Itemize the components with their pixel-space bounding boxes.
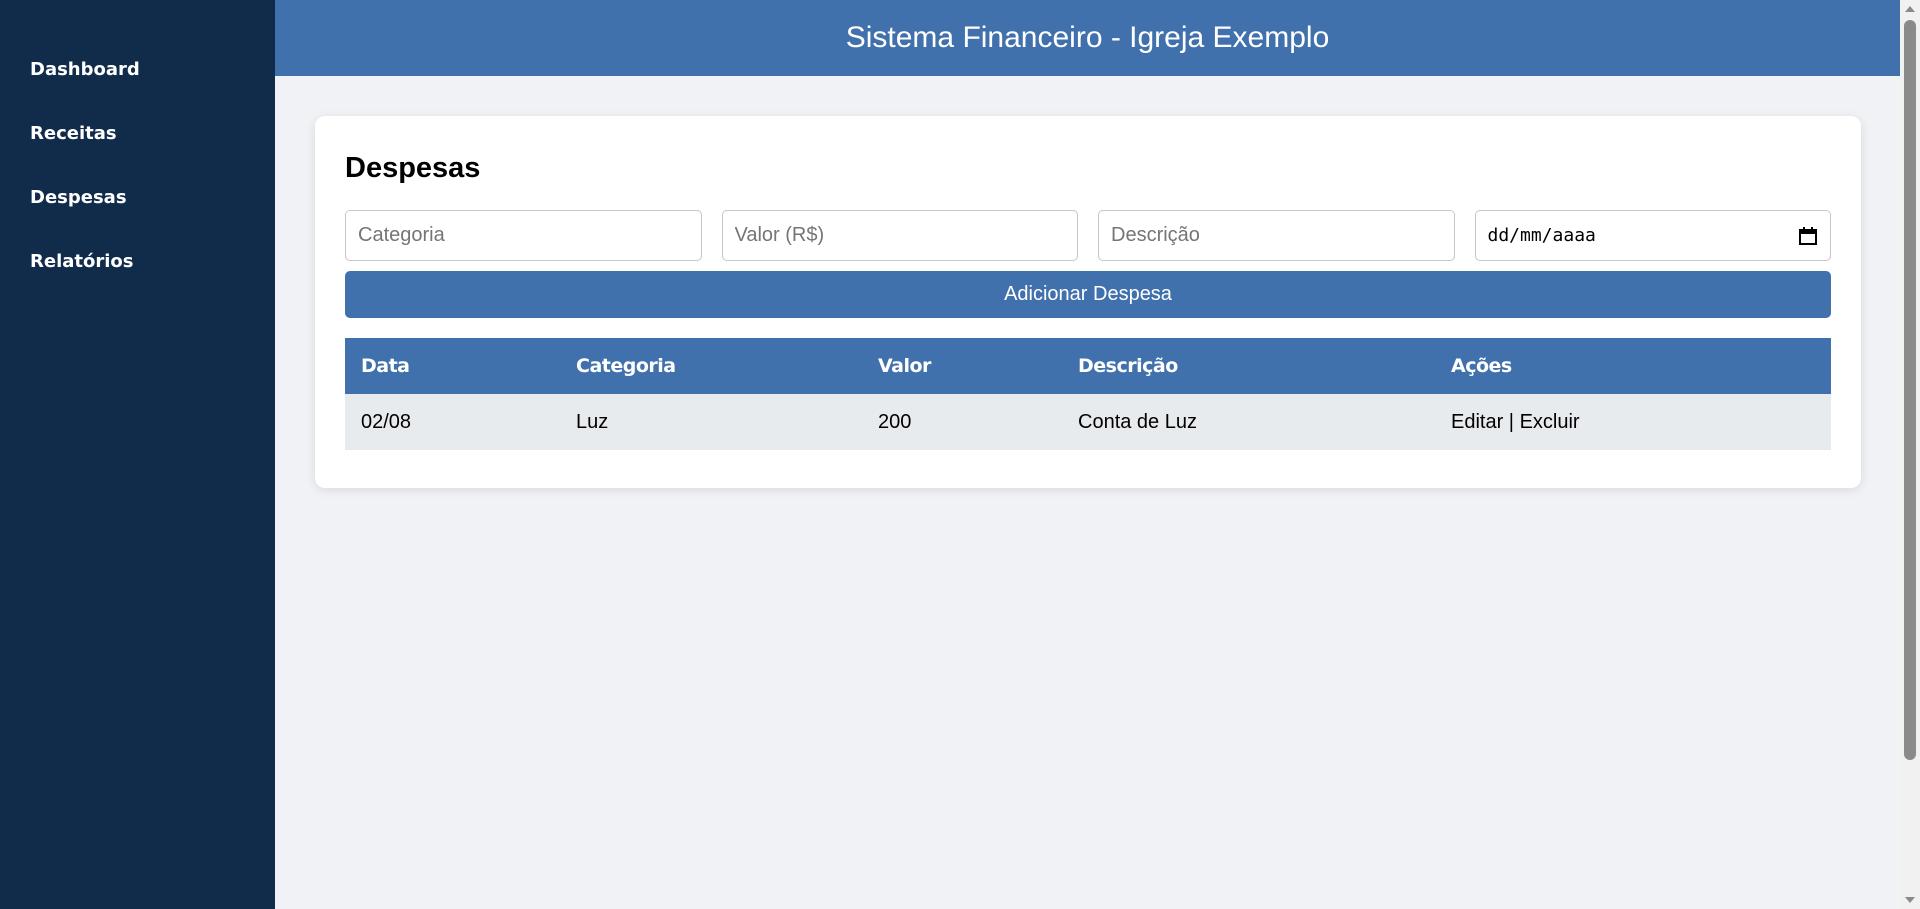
cell-descricao: Conta de Luz bbox=[1062, 394, 1435, 450]
valor-input[interactable] bbox=[721, 210, 1078, 261]
sidebar: Dashboard Receitas Despesas Relatórios bbox=[0, 0, 275, 909]
header: Sistema Financeiro - Igreja Exemplo bbox=[275, 0, 1900, 76]
page-scrollbar[interactable] bbox=[1900, 0, 1920, 909]
expenses-table: Data Categoria Valor Descrição Ações 02/… bbox=[345, 338, 1831, 450]
col-header-data: Data bbox=[345, 338, 560, 394]
sidebar-item-dashboard[interactable]: Dashboard bbox=[0, 50, 275, 114]
table-header-row: Data Categoria Valor Descrição Ações bbox=[345, 338, 1831, 394]
page-title: Despesas bbox=[345, 152, 481, 184]
cell-categoria: Luz bbox=[560, 394, 862, 450]
despesas-card: Despesas dd/mm/aaaa Adicionar Despesa Da… bbox=[315, 116, 1861, 488]
table-row: 02/08 Luz 200 Conta de Luz Editar | Excl… bbox=[345, 394, 1831, 450]
calendar-icon[interactable] bbox=[1798, 226, 1818, 246]
col-header-descricao: Descrição bbox=[1062, 338, 1435, 394]
descricao-input[interactable] bbox=[1098, 210, 1455, 261]
col-header-acoes: Ações bbox=[1435, 338, 1831, 394]
action-separator: | bbox=[1503, 410, 1520, 433]
add-expense-button[interactable]: Adicionar Despesa bbox=[345, 271, 1831, 318]
sidebar-item-despesas[interactable]: Despesas bbox=[0, 178, 275, 242]
delete-link[interactable]: Excluir bbox=[1520, 411, 1580, 433]
sidebar-item-relatorios[interactable]: Relatórios bbox=[0, 242, 275, 306]
col-header-categoria: Categoria bbox=[560, 338, 862, 394]
app-title: Sistema Financeiro - Igreja Exemplo bbox=[845, 21, 1330, 54]
col-header-valor: Valor bbox=[862, 338, 1062, 394]
edit-link[interactable]: Editar bbox=[1451, 411, 1503, 433]
date-placeholder: dd/mm/aaaa bbox=[1487, 225, 1596, 246]
expense-form: dd/mm/aaaa bbox=[345, 210, 1831, 261]
cell-acoes: Editar | Excluir bbox=[1435, 394, 1831, 450]
date-input[interactable]: dd/mm/aaaa bbox=[1474, 210, 1831, 261]
sidebar-item-receitas[interactable]: Receitas bbox=[0, 114, 275, 178]
cell-valor: 200 bbox=[862, 394, 1062, 450]
scroll-down-arrow-icon[interactable] bbox=[1905, 897, 1915, 903]
categoria-input[interactable] bbox=[345, 210, 702, 261]
cell-data: 02/08 bbox=[345, 394, 560, 450]
scrollbar-thumb[interactable] bbox=[1904, 20, 1916, 760]
scroll-up-arrow-icon[interactable] bbox=[1905, 6, 1915, 12]
